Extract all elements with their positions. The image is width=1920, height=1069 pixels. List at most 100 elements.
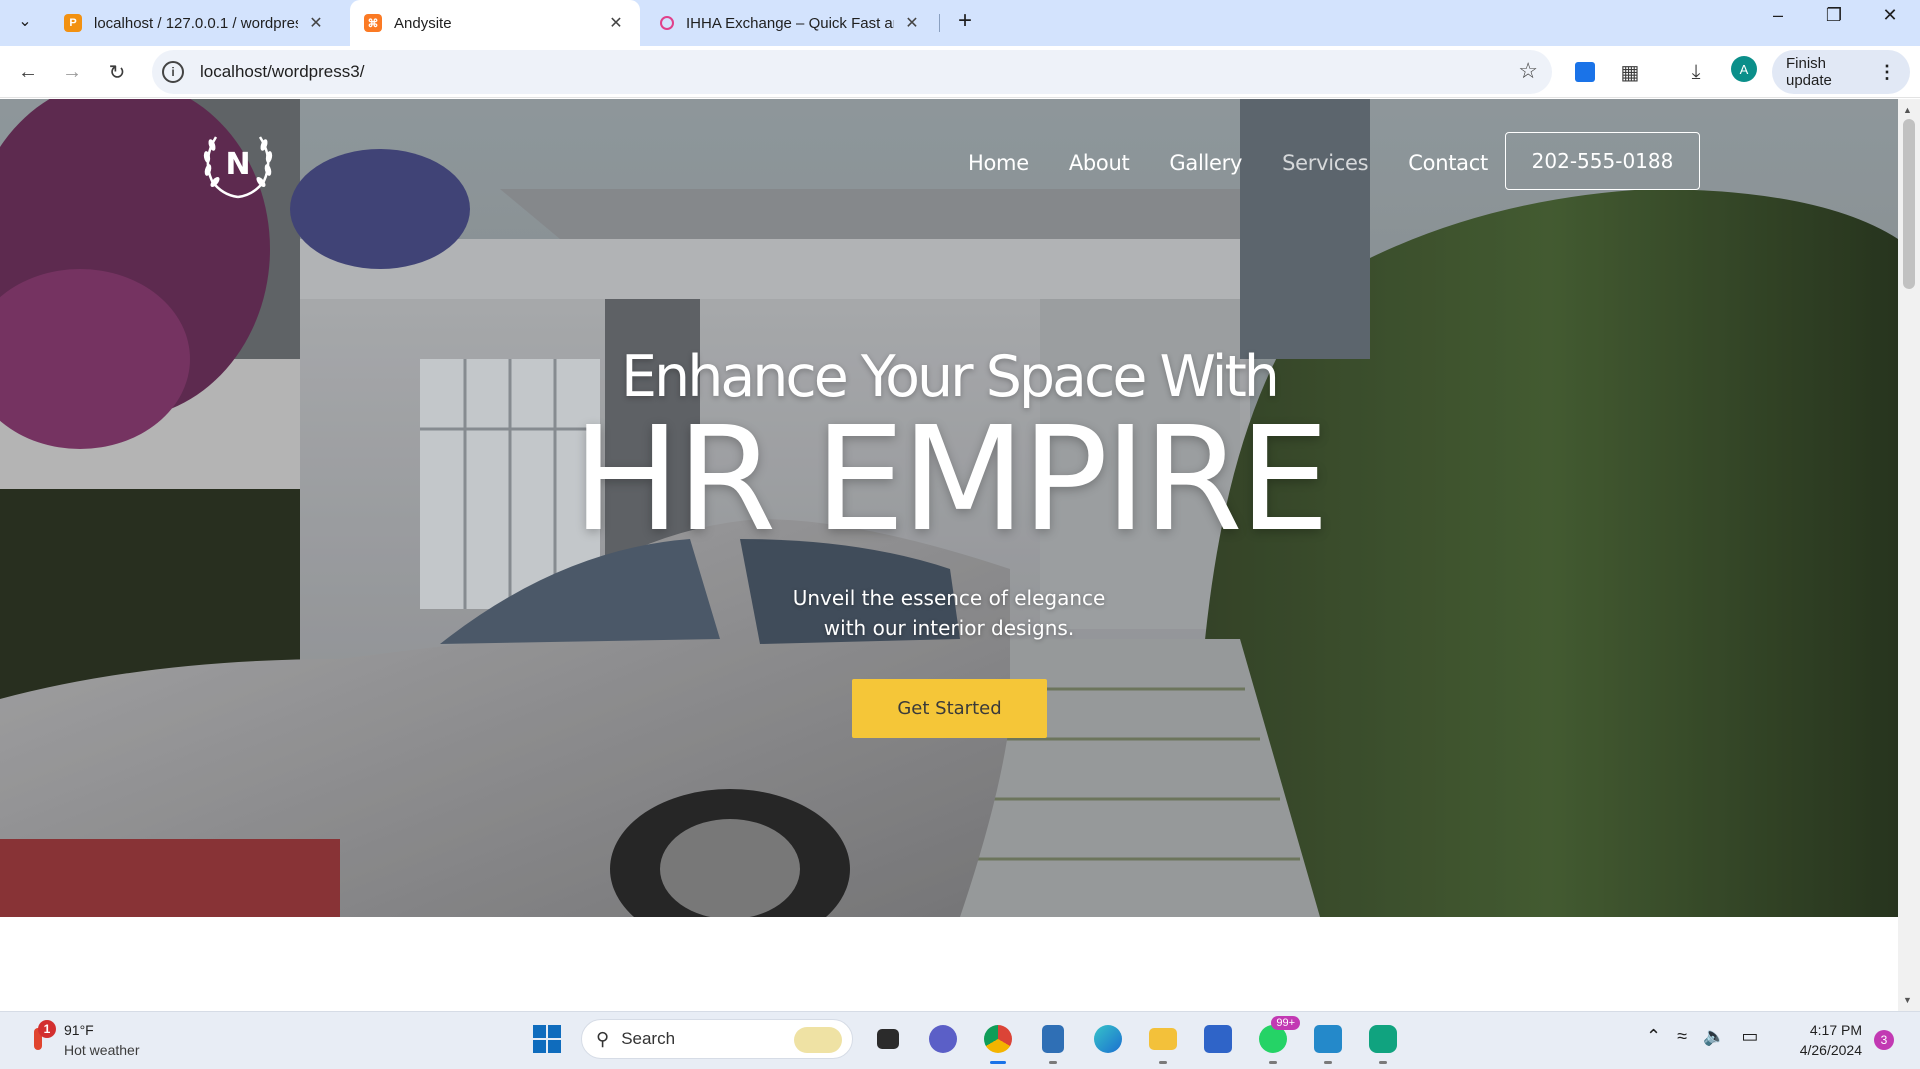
nav-home[interactable]: Home — [968, 151, 1029, 175]
running-indicator — [990, 1061, 1006, 1064]
translate-extension-button[interactable] — [1567, 54, 1603, 90]
page-viewport: N Home About Gallery Services Contact 20… — [0, 99, 1920, 1011]
whatsapp-app-button[interactable]: 99+ — [1252, 1016, 1300, 1064]
translate-icon — [1575, 62, 1595, 82]
running-indicator — [1159, 1061, 1167, 1064]
volume-icon[interactable]: 🔈 — [1703, 1026, 1725, 1047]
search-highlight-icon — [794, 1027, 842, 1053]
taskbar-search[interactable]: ⚲ Search — [581, 1019, 853, 1059]
task-view-icon — [877, 1029, 899, 1049]
windows-taskbar: 1 91°F Hot weather ⚲ Search 99+ ⌃ ≈ 🔈 ▭ … — [0, 1011, 1920, 1069]
taskbar-apps: ⚲ Search 99+ — [526, 1016, 1417, 1064]
tab-phpmyadmin[interactable]: P localhost / 127.0.0.1 / wordpres ✕ — [50, 0, 340, 46]
extensions-button[interactable]: ▦ — [1612, 54, 1648, 90]
close-icon[interactable]: ✕ — [902, 13, 922, 33]
store-app-button[interactable] — [1197, 1018, 1239, 1060]
forward-button[interactable]: → — [54, 54, 90, 90]
downloads-button[interactable]: ⤓ — [1678, 54, 1714, 90]
windows-icon — [533, 1025, 561, 1053]
restore-button[interactable]: ❐ — [1806, 0, 1862, 30]
scrollbar-thumb[interactable] — [1903, 119, 1915, 289]
download-icon: ⤓ — [1691, 60, 1701, 83]
weather-badge: 1 — [38, 1020, 56, 1038]
ihha-icon — [660, 16, 674, 30]
weather-widget[interactable]: 1 91°F Hot weather — [24, 1020, 139, 1060]
reload-icon: ↻ — [108, 61, 126, 84]
profile-avatar[interactable]: A — [1731, 56, 1757, 82]
hero-section: N Home About Gallery Services Contact 20… — [0, 99, 1898, 917]
wifi-icon[interactable]: ≈ — [1677, 1026, 1687, 1047]
battery-icon[interactable]: ▭ — [1741, 1026, 1758, 1047]
notepad-app-button[interactable] — [1032, 1018, 1074, 1064]
close-icon[interactable]: ✕ — [306, 13, 326, 33]
close-window-button[interactable]: ✕ — [1862, 0, 1918, 30]
clock-date: 4/26/2024 — [1799, 1042, 1862, 1058]
clock-time: 4:17 PM — [1809, 1022, 1862, 1038]
close-icon[interactable]: ✕ — [606, 13, 626, 33]
task-view-button[interactable] — [867, 1018, 909, 1060]
tab-search-button[interactable]: ⌄ — [8, 6, 42, 36]
hero-title: HR EMPIRE — [572, 395, 1330, 563]
hero-description-line: with our interior designs. — [823, 616, 1075, 640]
chrome-icon — [984, 1025, 1012, 1053]
main-nav: Home About Gallery Services Contact — [968, 151, 1528, 175]
minimize-button[interactable]: – — [1750, 0, 1806, 30]
page-scrollbar[interactable]: ▲ ▼ — [1898, 99, 1920, 1011]
start-button[interactable] — [526, 1018, 568, 1060]
reload-button[interactable]: ↻ — [99, 54, 135, 90]
nav-services[interactable]: Services — [1282, 151, 1368, 175]
hero-description: Unveil the essence of elegance with our … — [0, 583, 1898, 643]
whatsapp-badge: 99+ — [1271, 1016, 1300, 1030]
taskbar-search-label: Search — [621, 1029, 676, 1048]
edge-app-button[interactable] — [1087, 1018, 1129, 1060]
weather-temperature: 91°F — [64, 1022, 94, 1038]
new-tab-button[interactable]: + — [948, 6, 982, 36]
finish-update-button[interactable]: Finish update ⋮ — [1772, 50, 1910, 94]
tab-title: localhost / 127.0.0.1 / wordpres — [94, 14, 298, 32]
xampp-icon: ⌘ — [364, 14, 382, 32]
address-bar[interactable]: i localhost/wordpress3/ ☆ — [152, 50, 1552, 94]
nav-gallery[interactable]: Gallery — [1169, 151, 1242, 175]
tab-separator — [939, 14, 940, 32]
close-icon: ✕ — [1882, 4, 1898, 25]
minimize-icon: – — [1772, 4, 1783, 25]
puzzle-icon: ▦ — [1620, 61, 1640, 84]
chatgpt-icon — [1369, 1025, 1397, 1053]
get-started-button[interactable]: Get Started — [852, 679, 1047, 738]
folder-icon — [1149, 1028, 1177, 1050]
nav-contact[interactable]: Contact — [1408, 151, 1488, 175]
back-button[interactable]: ← — [10, 54, 46, 90]
chatgpt-app-button[interactable] — [1362, 1018, 1404, 1064]
phone-button[interactable]: 202-555-0188 — [1505, 132, 1700, 190]
search-icon: ⚲ — [596, 1028, 610, 1049]
edge-icon — [1094, 1025, 1122, 1053]
site-logo[interactable]: N — [198, 129, 278, 201]
file-explorer-button[interactable] — [1142, 1018, 1184, 1064]
chrome-app-button[interactable] — [977, 1018, 1019, 1064]
scroll-up-icon[interactable]: ▲ — [1903, 105, 1912, 115]
notification-badge[interactable]: 3 — [1874, 1030, 1894, 1050]
restore-icon: ❐ — [1825, 4, 1843, 25]
tab-ihha-exchange[interactable]: IHHA Exchange – Quick Fast ar ✕ — [646, 0, 936, 46]
system-clock[interactable]: 4:17 PM 4/26/2024 — [1790, 1020, 1862, 1060]
running-indicator — [1269, 1061, 1277, 1064]
tab-title: IHHA Exchange – Quick Fast ar — [686, 14, 894, 32]
tab-andysite[interactable]: ⌘ Andysite ✕ — [350, 0, 640, 46]
store-icon — [1204, 1025, 1232, 1053]
scroll-down-icon[interactable]: ▼ — [1903, 995, 1912, 1005]
vscode-app-button[interactable] — [1307, 1018, 1349, 1064]
bookmark-star-icon[interactable]: ☆ — [1518, 58, 1538, 84]
url-text[interactable]: localhost/wordpress3/ — [200, 62, 364, 82]
teams-chat-button[interactable] — [922, 1018, 964, 1060]
hero-description-line: Unveil the essence of elegance — [792, 586, 1106, 610]
running-indicator — [1324, 1061, 1332, 1064]
site-info-icon[interactable]: i — [162, 61, 184, 83]
notepad-icon — [1042, 1025, 1064, 1053]
running-indicator — [1049, 1061, 1057, 1064]
nav-about[interactable]: About — [1069, 151, 1130, 175]
tab-title: Andysite — [394, 14, 452, 32]
tab-strip: ⌄ P localhost / 127.0.0.1 / wordpres ✕ ⌘… — [0, 0, 1920, 46]
arrow-left-icon: ← — [18, 60, 38, 83]
chevron-up-icon[interactable]: ⌃ — [1646, 1026, 1661, 1047]
chat-icon — [929, 1025, 957, 1053]
